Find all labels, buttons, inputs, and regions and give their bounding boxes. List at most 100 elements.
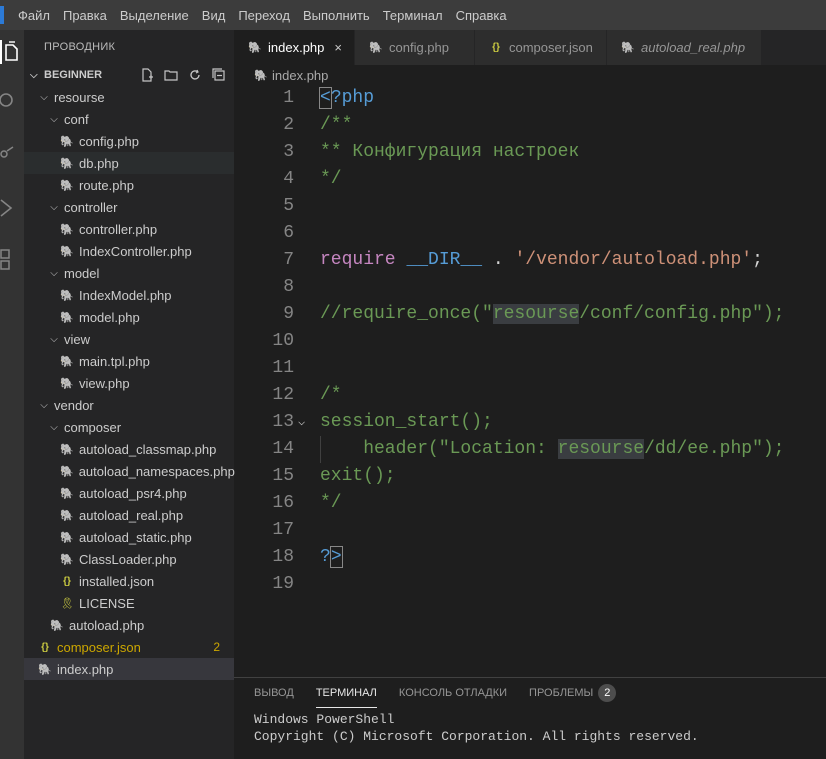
tree-file[interactable]: 🐘 autoload_static.php: [24, 526, 234, 548]
code-line[interactable]: 10: [234, 328, 826, 355]
search-icon[interactable]: [0, 92, 16, 110]
code-line[interactable]: 13 ⌵ session_start();: [234, 409, 826, 436]
code-token: exit();: [320, 466, 396, 486]
tab-label: index.php: [268, 40, 325, 55]
tab-config-php[interactable]: 🐘 config.php: [355, 30, 475, 65]
json-file-icon: {}: [492, 42, 500, 53]
tree-item-label: view.php: [79, 375, 130, 391]
code-line[interactable]: 15 exit();: [234, 463, 826, 490]
tree-item-label: installed.json: [79, 573, 155, 589]
code-line[interactable]: 3 ** Конфигурация настроек: [234, 139, 826, 166]
tree-folder[interactable]: ⌵ conf: [24, 108, 234, 130]
chevron-down-icon: ⌵: [40, 91, 48, 103]
tree-folder[interactable]: ⌵ vendor: [24, 394, 234, 416]
line-number: 13: [272, 412, 294, 432]
code-line[interactable]: 7 require __DIR__ . '/vendor/autoload.php…: [234, 247, 826, 274]
tree-file[interactable]: 🐘 autoload_classmap.php: [24, 438, 234, 460]
code-editor[interactable]: 1 <?php 2 /** 3 ** Конфигурация настроек 4 */ 5 6…: [234, 85, 826, 677]
files-icon[interactable]: [0, 40, 22, 64]
collapse-all-icon[interactable]: [212, 68, 226, 82]
tree-folder[interactable]: ⌵ controller: [24, 196, 234, 218]
refresh-icon[interactable]: [188, 68, 202, 82]
php-file-icon: 🐘: [60, 157, 74, 170]
php-file-icon: 🐘: [60, 553, 74, 566]
menu-item-6[interactable]: Терминал: [383, 8, 443, 23]
line-number: 1: [283, 88, 294, 108]
code-text: */: [320, 166, 342, 193]
menu-item-0[interactable]: Файл: [18, 8, 50, 23]
code-line[interactable]: 14 header("Location: resourse/dd/ee.php"…: [234, 436, 826, 463]
panel-tab[interactable]: ПРОБЛЕМЫ 2: [529, 678, 617, 708]
chevron-down-icon: ⌵: [50, 113, 58, 125]
code-line[interactable]: 2 /**: [234, 112, 826, 139]
code-token: //require_once(": [320, 304, 493, 324]
code-line[interactable]: 12 /*: [234, 382, 826, 409]
tree-file[interactable]: 🐘 model.php: [24, 306, 234, 328]
tree-file[interactable]: 🐘 main.tpl.php: [24, 350, 234, 372]
breadcrumb[interactable]: 🐘 index.php: [234, 65, 826, 85]
terminal-output[interactable]: Windows PowerShell Copyright (C) Microsof…: [234, 711, 826, 745]
tree-file[interactable]: 🐘 autoload_real.php: [24, 504, 234, 526]
tree-file[interactable]: 🐘 IndexController.php: [24, 240, 234, 262]
tree-file[interactable]: 🐘 route.php: [24, 174, 234, 196]
panel-tab[interactable]: ТЕРМИНАЛ: [315, 678, 377, 708]
tree-file[interactable]: 🐘 config.php: [24, 130, 234, 152]
fold-chevron-icon[interactable]: ⌵: [298, 409, 305, 436]
tree-file[interactable]: 🎗 LICENSE: [24, 592, 234, 614]
tree-folder[interactable]: ⌵ model: [24, 262, 234, 284]
tree-file[interactable]: 🐘 db.php: [24, 152, 234, 174]
code-token: ** Конфигурация настроек: [320, 142, 580, 162]
tree-folder[interactable]: ⌵ composer: [24, 416, 234, 438]
code-line[interactable]: 9 //require_once("resourse/conf/config.ph…: [234, 301, 826, 328]
tab-index-php[interactable]: 🐘 index.php ×: [234, 30, 355, 65]
menu-item-7[interactable]: Справка: [456, 8, 507, 23]
new-file-icon[interactable]: [140, 68, 154, 82]
tree-file[interactable]: {} composer.json 2: [24, 636, 234, 658]
code-text: require __DIR__ . '/vendor/autoload.php'…: [320, 247, 763, 274]
tree-file[interactable]: {} installed.json: [24, 570, 234, 592]
tab-label: autoload_real.php: [641, 40, 746, 55]
code-token: session_start();: [320, 412, 493, 432]
tree-file[interactable]: 🐘 ClassLoader.php: [24, 548, 234, 570]
tree-folder[interactable]: ⌵ view: [24, 328, 234, 350]
code-line[interactable]: 19: [234, 571, 826, 598]
code-line[interactable]: 11: [234, 355, 826, 382]
menu-item-1[interactable]: Правка: [63, 8, 107, 23]
code-line[interactable]: 5: [234, 193, 826, 220]
tree-file[interactable]: 🐘 controller.php: [24, 218, 234, 240]
tree-folder[interactable]: ⌵ resourse: [24, 86, 234, 108]
tree-file[interactable]: 🐘 index.php: [24, 658, 234, 680]
tree-file[interactable]: 🐘 autoload.php: [24, 614, 234, 636]
tree-file[interactable]: 🐘 view.php: [24, 372, 234, 394]
tree-file[interactable]: 🐘 autoload_psr4.php: [24, 482, 234, 504]
workspace-section-header[interactable]: ⌵ BEGINNER: [24, 64, 234, 86]
panel-tab[interactable]: ВЫВОД: [254, 678, 294, 708]
code-line[interactable]: 16 */: [234, 490, 826, 517]
source-control-icon[interactable]: [0, 146, 16, 164]
php-file-icon: 🐘: [248, 42, 262, 54]
line-number: 3: [283, 142, 294, 162]
tab-autoload-real-php[interactable]: 🐘 autoload_real.php: [607, 30, 762, 65]
new-folder-icon[interactable]: [164, 68, 178, 82]
code-line[interactable]: 6: [234, 220, 826, 247]
code-line[interactable]: 18 ?>: [234, 544, 826, 571]
code-line[interactable]: 17: [234, 517, 826, 544]
tree-file[interactable]: 🐘 autoload_namespaces.php: [24, 460, 235, 482]
run-debug-icon[interactable]: [0, 198, 16, 218]
tree-file[interactable]: 🐘 IndexModel.php: [24, 284, 234, 306]
code-line[interactable]: 8: [234, 274, 826, 301]
code-text: ** Конфигурация настроек: [320, 139, 579, 166]
menu-item-3[interactable]: Вид: [202, 8, 226, 23]
menu-item-2[interactable]: Выделение: [120, 8, 189, 23]
tree-item-label: composer.json: [57, 639, 141, 655]
menu-item-5[interactable]: Выполнить: [303, 8, 370, 23]
license-file-icon: 🎗: [60, 597, 74, 610]
tab-composer-json[interactable]: {} composer.json: [475, 30, 607, 65]
menu-item-4[interactable]: Переход: [238, 8, 290, 23]
panel-tab[interactable]: КОНСОЛЬ ОТЛАДКИ: [399, 678, 507, 708]
chevron-down-icon: ⌵: [50, 333, 58, 345]
extensions-icon[interactable]: [0, 248, 16, 272]
code-line[interactable]: 1 <?php: [234, 85, 826, 112]
close-icon[interactable]: ×: [334, 40, 342, 55]
code-line[interactable]: 4 */: [234, 166, 826, 193]
